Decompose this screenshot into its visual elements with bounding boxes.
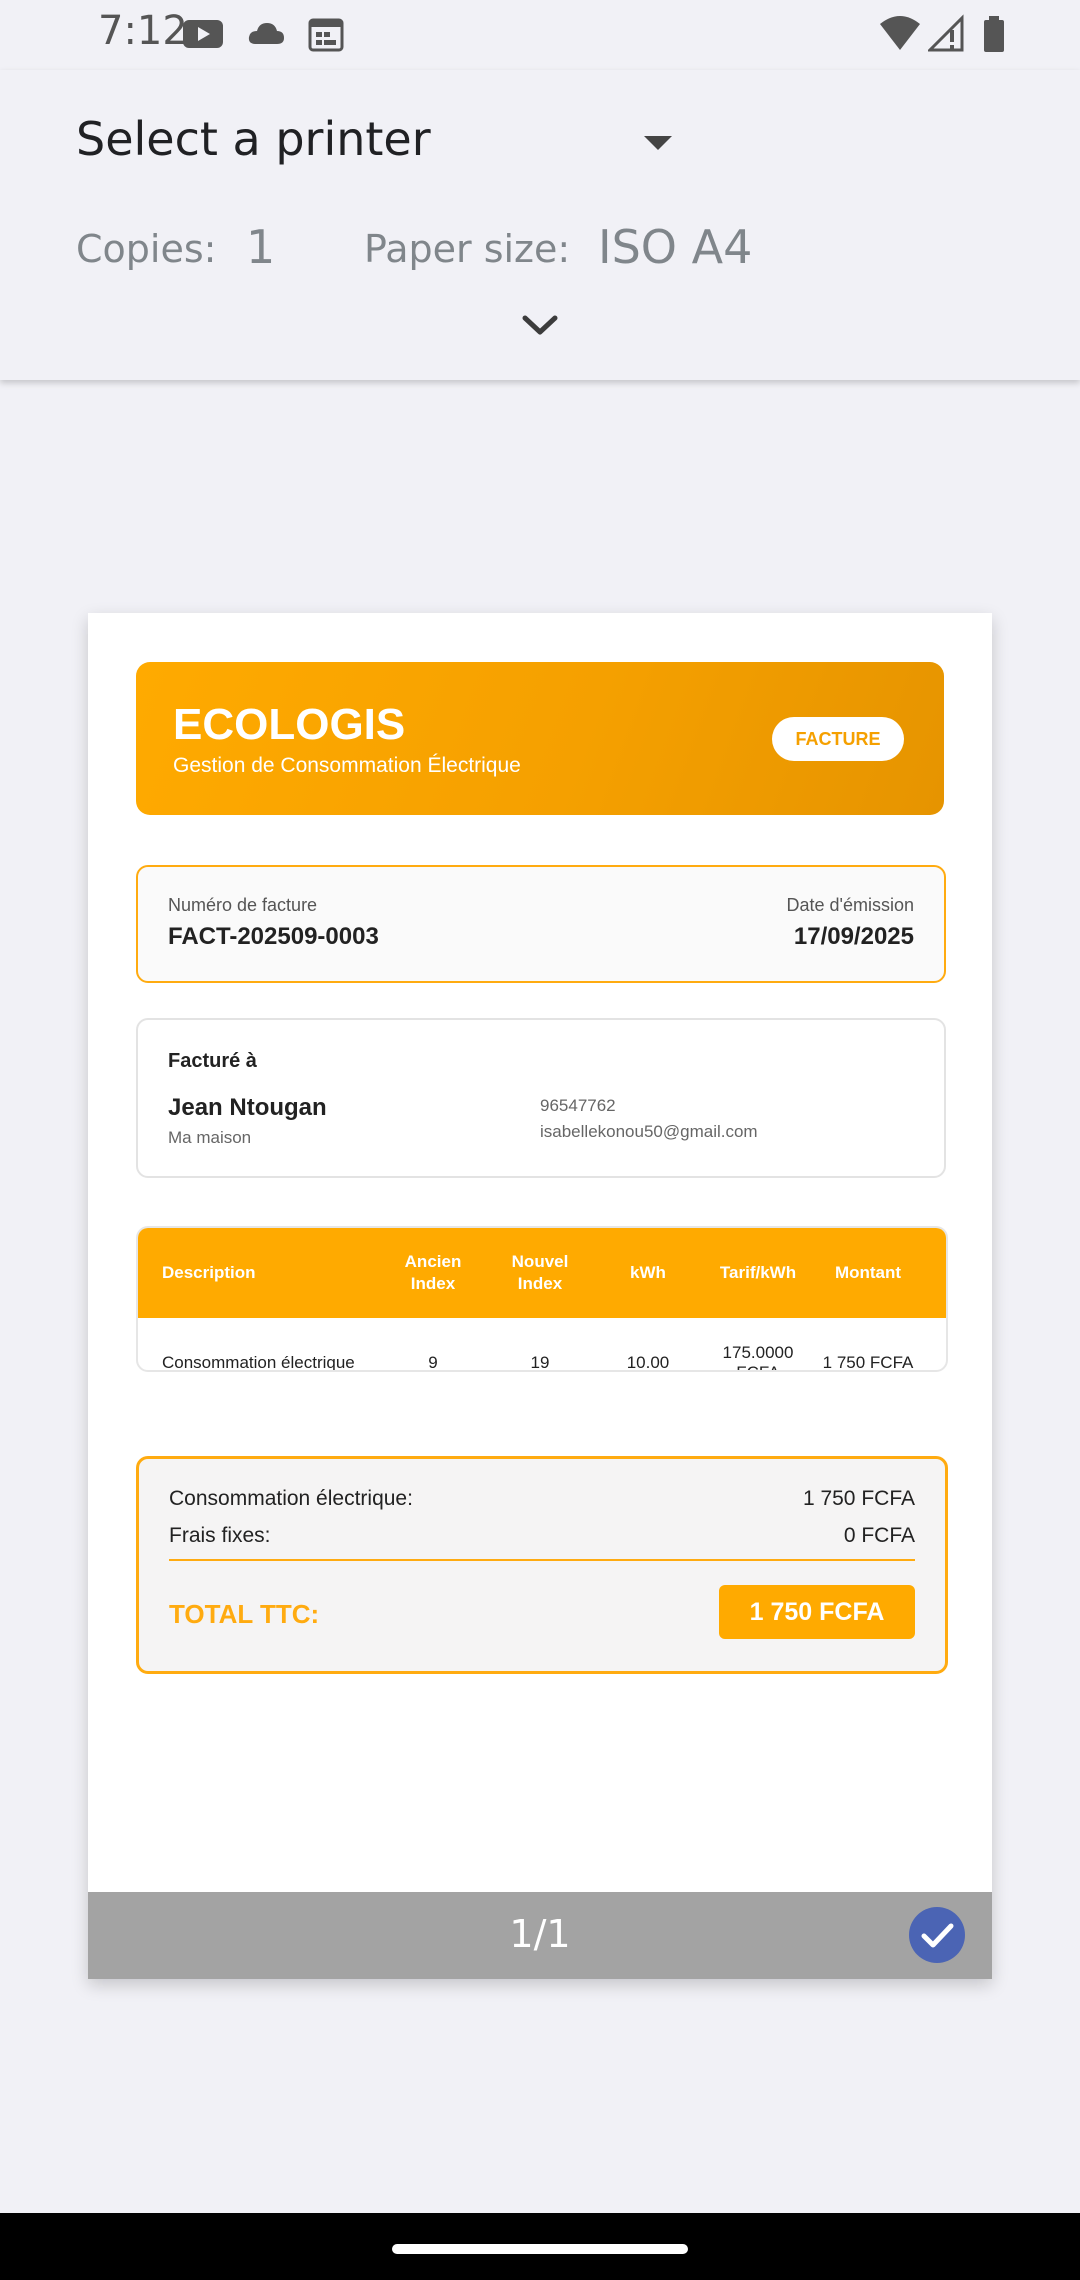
table-cell: 1 750 FCFA	[822, 1353, 914, 1372]
invoice-header: ECOLOGIS Gestion de Consommation Électri…	[136, 662, 944, 815]
client-place: Ma maison	[168, 1128, 252, 1147]
home-gesture-pill[interactable]	[392, 2244, 688, 2254]
issue-date: 17/09/2025	[793, 923, 914, 950]
facture-badge: FACTURE	[772, 717, 904, 761]
items-table: Description Ancien Index Nouvel Index kW…	[136, 1226, 948, 1372]
cloud-icon	[248, 23, 284, 44]
page-footer: 1/1	[88, 1892, 992, 1979]
column-header: Ancien Index	[404, 1252, 462, 1293]
totals-card: Consommation électrique: 1 750 FCFA Frai…	[136, 1456, 948, 1674]
chevron-down-icon	[522, 315, 558, 335]
total-label: TOTAL TTC:	[169, 1599, 320, 1629]
copies-value[interactable]: 1	[246, 220, 275, 274]
client-phone: 96547762	[540, 1096, 616, 1115]
printer-select-label: Select a printer	[76, 112, 431, 166]
client-email: isabellekonou50@gmail.com	[540, 1122, 758, 1141]
consumption-value: 1 750 FCFA	[802, 1487, 915, 1510]
totals-divider	[169, 1559, 915, 1561]
navigation-bar	[0, 2213, 1080, 2280]
fixed-fees-value: 0 FCFA	[843, 1524, 915, 1547]
print-options-panel: Select a printer Copies: 1 Paper size: I…	[0, 70, 1080, 380]
status-bar: 7:12	[0, 0, 1080, 70]
calendar-icon	[308, 18, 344, 52]
column-header: Tarif/kWh	[719, 1263, 797, 1282]
status-time: 7:12	[98, 8, 188, 54]
brand-subtitle: Gestion de Consommation Électrique	[173, 754, 521, 777]
table-cell: 9	[428, 1353, 438, 1372]
table-cell: 19	[530, 1353, 550, 1372]
table-header: Description Ancien Index Nouvel Index kW…	[138, 1228, 946, 1318]
signal-icon	[928, 14, 964, 52]
billed-to-label: Facturé à	[168, 1050, 257, 1072]
dropdown-arrow-icon	[644, 136, 672, 150]
page-select-toggle[interactable]	[909, 1907, 965, 1963]
printer-select[interactable]: Select a printer	[76, 112, 676, 192]
invoice-number: FACT-202509-0003	[168, 923, 379, 950]
column-header: kWh	[630, 1263, 666, 1282]
wifi-icon	[880, 16, 920, 50]
battery-icon	[984, 16, 1004, 52]
column-header: Description	[162, 1263, 256, 1282]
client-name: Jean Ntougan	[168, 1094, 327, 1121]
page-indicator: 1/1	[509, 1912, 571, 1956]
paper-size-label: Paper size:	[364, 227, 571, 271]
total-value: 1 750 FCFA	[719, 1585, 915, 1639]
paper-size-value[interactable]: ISO A4	[598, 220, 752, 274]
table-cell: Consommation électrique	[162, 1353, 355, 1372]
expand-options-button[interactable]	[510, 306, 570, 346]
page-preview[interactable]: ECOLOGIS Gestion de Consommation Électri…	[88, 613, 992, 1979]
youtube-icon	[183, 20, 223, 48]
consumption-label: Consommation électrique:	[169, 1487, 413, 1510]
brand-title: ECOLOGIS	[173, 700, 406, 749]
check-icon	[921, 1923, 954, 1948]
column-header: Nouvel Index	[511, 1252, 569, 1293]
table-cell: 175.0000 FCFA	[722, 1343, 794, 1370]
column-header: Montant	[834, 1263, 902, 1282]
table-row: Consommation électrique 9 19 10.00 175.0…	[138, 1318, 946, 1370]
fixed-fees-label: Frais fixes:	[169, 1524, 271, 1547]
issue-date-label: Date d'émission	[786, 895, 915, 915]
billed-to-card: Facturé à Jean Ntougan Ma maison 9654776…	[136, 1018, 946, 1178]
copies-label: Copies:	[76, 227, 217, 271]
invoice-number-label: Numéro de facture	[168, 895, 318, 915]
invoice-info-card: Numéro de facture FACT-202509-0003 Date …	[136, 865, 946, 983]
table-cell: 10.00	[626, 1353, 670, 1372]
